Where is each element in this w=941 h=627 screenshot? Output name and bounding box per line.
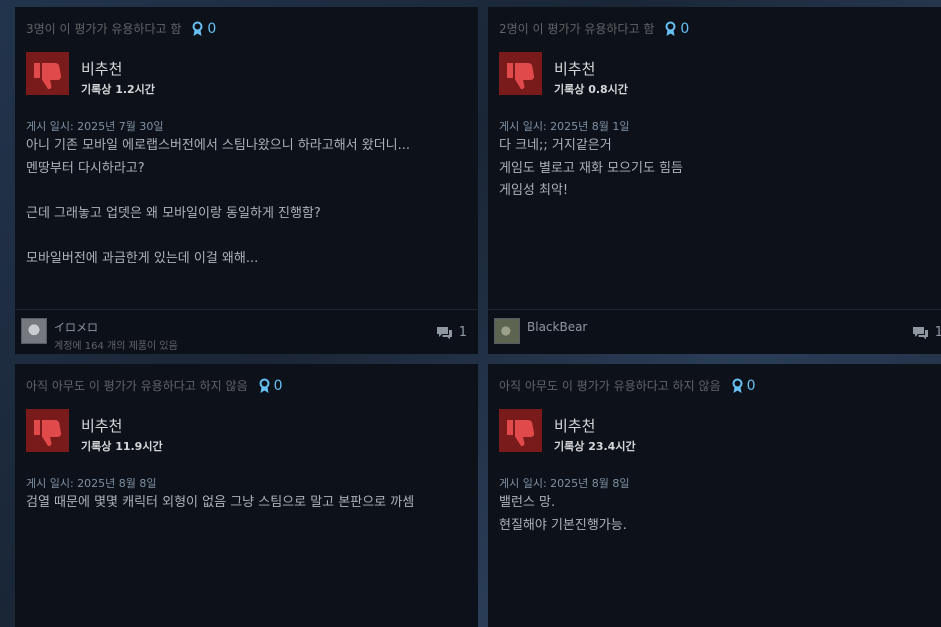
review-card: 3명이 이 평가가 유용하다고 함 0 비추천 기록상 1.2시간 게시 일시:… [15, 7, 478, 354]
award-count: 0 [746, 377, 756, 394]
review-line: 멘땅부터 다시하라고? [26, 160, 145, 176]
thumbs-down-icon [506, 62, 534, 89]
speech-bubble-icon [436, 327, 452, 340]
username[interactable]: BlackBear [527, 320, 587, 334]
review-card: 2명이 이 평가가 유용하다고 함 0 비추천 기록상 0.8시간 게시 일시:… [488, 7, 941, 354]
posted-date: 게시 일시: 2025년 8월 8일 [26, 477, 157, 490]
award-count: 0 [680, 20, 690, 37]
review-line [26, 225, 471, 248]
thumbs-down-badge[interactable] [499, 52, 542, 95]
helpful-count: 아직 아무도 이 평가가 유용하다고 하지 않음 0 [26, 377, 283, 394]
helpful-count: 2명이 이 평가가 유용하다고 함 0 [499, 20, 689, 37]
award-count: 0 [207, 20, 217, 37]
helpful-text: 아직 아무도 이 평가가 유용하다고 하지 않음 [499, 379, 721, 393]
review-line: 현질해야 기본진행가능. [499, 517, 627, 533]
comment-count: 1 [458, 325, 467, 340]
posted-date: 게시 일시: 2025년 7월 30일 [26, 120, 164, 133]
thumbs-down-icon [33, 419, 61, 446]
award-button[interactable]: 0 [731, 378, 756, 394]
review-line: 게임성 최악! [499, 183, 569, 198]
review-body[interactable]: 밸런스 망. 현질해야 기본진행가능. [499, 492, 941, 537]
review-verdict[interactable]: 비추천 [81, 58, 122, 79]
helpful-count: 3명이 이 평가가 유용하다고 함 0 [26, 20, 216, 37]
review-body[interactable]: 검열 때문에 몇몇 캐릭터 외형이 없음 그냥 스팀으로 말고 본판으로 까셈 [26, 492, 471, 515]
username[interactable]: イロメロ [54, 319, 98, 335]
review-footer: イロメロ 계정에 164 개의 제품이 있음 1 [15, 309, 478, 354]
review-card: 아직 아무도 이 평가가 유용하다고 하지 않음 0 비추천 기록상 11.9시… [15, 364, 478, 627]
avatar[interactable] [21, 318, 47, 344]
award-ribbon-icon [732, 378, 743, 393]
thumbs-down-badge[interactable] [26, 409, 69, 452]
helpful-text: 아직 아무도 이 평가가 유용하다고 하지 않음 [26, 379, 248, 393]
award-button[interactable]: 0 [191, 21, 216, 37]
review-line: 검열 때문에 몇몇 캐릭터 외형이 없음 그냥 스팀으로 말고 본판으로 까셈 [26, 495, 415, 510]
review-verdict[interactable]: 비추천 [554, 415, 595, 436]
helpful-count: 아직 아무도 이 평가가 유용하다고 하지 않음 0 [499, 377, 756, 394]
comments-button[interactable]: 1 [912, 325, 941, 340]
review-line [26, 180, 471, 203]
helpful-text: 3명이 이 평가가 유용하다고 함 [26, 22, 182, 36]
speech-bubble-icon [912, 327, 928, 340]
review-body[interactable]: 아니 기존 모바일 에로랩스버전에서 스팀나왔으니 하라고해서 왔더니... 멘… [26, 135, 471, 270]
review-line: 밸런스 망. [499, 495, 556, 510]
review-line: 근데 그래놓고 업뎃은 왜 모바일이랑 동일하게 진행함? [26, 205, 321, 221]
review-card: 아직 아무도 이 평가가 유용하다고 하지 않음 0 비추천 기록상 23.4시… [488, 364, 941, 627]
playtime-hours: 기록상 0.8시간 [554, 83, 628, 96]
review-line: 모바일버전에 과금한게 있는데 이걸 왜해... [26, 250, 259, 266]
comment-count: 1 [934, 325, 941, 340]
review-verdict[interactable]: 비추천 [554, 58, 595, 79]
helpful-text: 2명이 이 평가가 유용하다고 함 [499, 22, 655, 36]
award-button[interactable]: 0 [258, 378, 283, 394]
thumbs-down-badge[interactable] [499, 409, 542, 452]
review-line: 다 크네;; 거지같은거 [499, 138, 612, 153]
award-ribbon-icon [192, 21, 203, 36]
thumbs-down-badge[interactable] [26, 52, 69, 95]
posted-date: 게시 일시: 2025년 8월 8일 [499, 477, 630, 490]
award-count: 0 [273, 377, 283, 394]
review-line: 게임도 별로고 재화 모으기도 힘듬 [499, 160, 683, 176]
award-ribbon-icon [665, 21, 676, 36]
playtime-hours: 기록상 23.4시간 [554, 440, 636, 453]
thumbs-down-icon [506, 419, 534, 446]
award-ribbon-icon [259, 378, 270, 393]
avatar[interactable] [494, 318, 520, 344]
playtime-hours: 기록상 11.9시간 [81, 440, 163, 453]
comments-button[interactable]: 1 [436, 325, 467, 340]
posted-date: 게시 일시: 2025년 8월 1일 [499, 120, 630, 133]
products-owned: 계정에 164 개의 제품이 있음 [54, 341, 178, 352]
review-footer: BlackBear 1 [488, 309, 941, 354]
thumbs-down-icon [33, 62, 61, 89]
review-verdict[interactable]: 비추천 [81, 415, 122, 436]
playtime-hours: 기록상 1.2시간 [81, 83, 155, 96]
review-body[interactable]: 다 크네;; 거지같은거 게임도 별로고 재화 모으기도 힘듬 게임성 최악! [499, 135, 941, 203]
review-line: 아니 기존 모바일 에로랩스버전에서 스팀나왔으니 하라고해서 왔더니... [26, 138, 411, 153]
award-button[interactable]: 0 [664, 21, 689, 37]
